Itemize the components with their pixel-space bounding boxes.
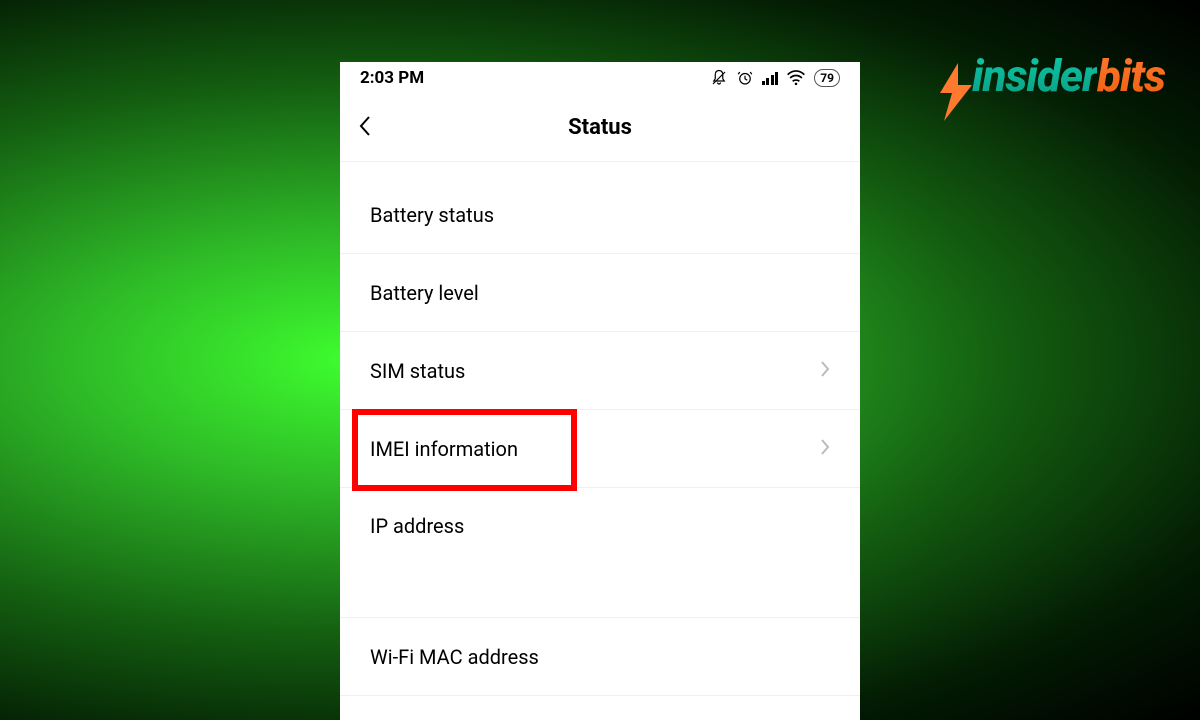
list-item-sim-status[interactable]: SIM status — [340, 332, 860, 410]
list-item-label: IMEI information — [370, 437, 518, 461]
status-time: 2:03 PM — [360, 68, 424, 88]
battery-level-badge: 79 — [814, 69, 840, 87]
alarm-icon — [736, 69, 754, 87]
chevron-right-icon — [820, 437, 830, 461]
phone-screen: 2:03 PM — [340, 62, 860, 720]
list-item-ip-address[interactable]: IP address — [340, 488, 860, 618]
wifi-icon — [786, 70, 806, 86]
list-item-battery-status[interactable]: Battery status — [340, 176, 860, 254]
status-icons: 79 — [710, 69, 840, 87]
list-item-imei-information[interactable]: IMEI information — [340, 410, 860, 488]
chevron-right-icon — [820, 359, 830, 383]
chevron-left-icon — [358, 114, 372, 138]
list-item-label: Wi-Fi MAC address — [370, 645, 539, 669]
notifications-off-icon — [710, 69, 728, 87]
settings-list: Battery status Battery level SIM status … — [340, 162, 860, 696]
signal-icon — [762, 71, 779, 85]
status-bar: 2:03 PM — [340, 62, 860, 94]
logo-text-part1: insider — [972, 50, 1097, 102]
list-item-label: Battery status — [370, 203, 494, 227]
list-item-label: SIM status — [370, 359, 465, 383]
list-item-wifi-mac-address[interactable]: Wi-Fi MAC address — [340, 618, 860, 696]
brand-logo: insiderbits — [930, 28, 1165, 123]
list-item-label: IP address — [370, 514, 464, 538]
page-title: Status — [340, 115, 860, 140]
back-button[interactable] — [358, 114, 372, 142]
logo-text-part2: bits — [1097, 50, 1165, 102]
list-item-battery-level[interactable]: Battery level — [340, 254, 860, 332]
app-header: Status — [340, 94, 860, 162]
list-item-label: Battery level — [370, 281, 479, 305]
